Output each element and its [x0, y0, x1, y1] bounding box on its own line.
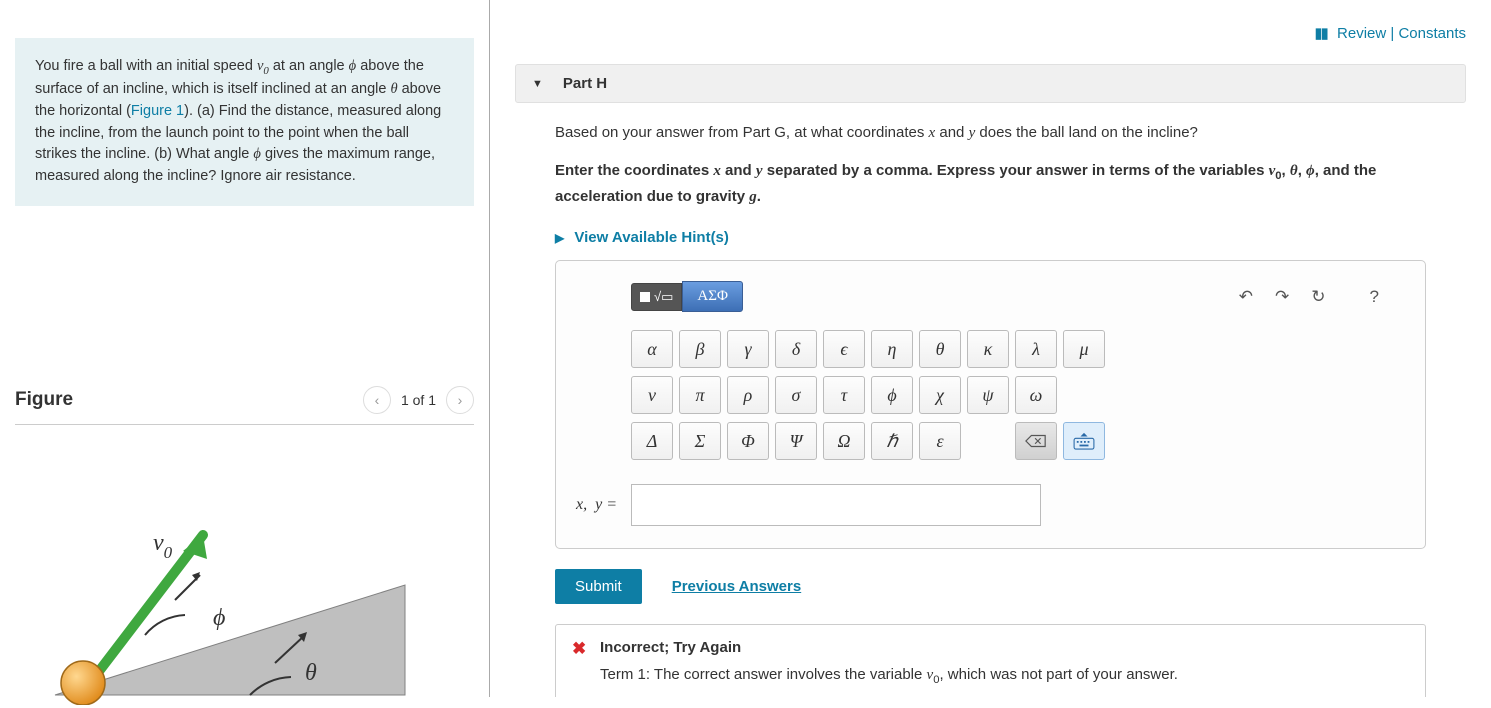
undo-icon[interactable]: ↶: [1239, 287, 1253, 307]
feedback-title: Incorrect; Try Again: [600, 639, 1405, 656]
figure-next-button[interactable]: ›: [446, 386, 474, 414]
answer-box: √▭ ΑΣΦ ↶ ↷ ↻ ? α: [555, 260, 1426, 549]
svg-text:θ: θ: [305, 660, 317, 686]
key-gamma[interactable]: γ: [727, 330, 769, 368]
key-Delta[interactable]: Δ: [631, 422, 673, 460]
collapse-icon: ▼: [532, 78, 543, 90]
var-x: x: [713, 163, 721, 179]
text: , which was not part of your answer.: [939, 666, 1177, 683]
key-alpha[interactable]: α: [631, 330, 673, 368]
help-icon[interactable]: ?: [1370, 287, 1379, 307]
spacer: [967, 422, 1009, 460]
main-panel: ▮▮ Review | Constants ▼ Part H Based on …: [490, 0, 1491, 697]
incorrect-icon: ✖: [572, 639, 586, 659]
math-template-tab[interactable]: √▭: [631, 283, 682, 311]
question-text: Based on your answer from Part G, at wha…: [555, 121, 1426, 145]
figure-image: v0 ϕ θ: [15, 515, 474, 708]
answer-input[interactable]: [631, 484, 1041, 526]
text: and: [721, 162, 756, 179]
key-delta[interactable]: δ: [775, 330, 817, 368]
reset-icon[interactable]: ↻: [1311, 287, 1325, 307]
key-Omega[interactable]: Ω: [823, 422, 865, 460]
redo-icon[interactable]: ↷: [1275, 287, 1289, 307]
key-sigma[interactable]: σ: [775, 376, 817, 414]
submit-button[interactable]: Submit: [555, 569, 642, 604]
key-omega[interactable]: ω: [1015, 376, 1057, 414]
book-icon: ▮▮: [1314, 25, 1327, 42]
answer-input-row: x, y =: [576, 484, 1387, 526]
key-pi[interactable]: π: [679, 376, 721, 414]
text: at an angle: [269, 58, 349, 74]
feedback-body: Term 1: The correct answer involves the …: [600, 666, 1405, 686]
previous-answers-link[interactable]: Previous Answers: [672, 578, 802, 595]
text: .: [757, 188, 761, 205]
key-Psi[interactable]: Ψ: [775, 422, 817, 460]
key-hbar[interactable]: ℏ: [871, 422, 913, 460]
key-lambda[interactable]: λ: [1015, 330, 1057, 368]
key-nu[interactable]: ν: [631, 376, 673, 414]
answer-label: x, y =: [576, 496, 631, 514]
text: Based on your answer from Part G, at wha…: [555, 124, 929, 141]
figure-header: Figure ‹ 1 of 1 ›: [15, 386, 474, 425]
svg-text:v0: v0: [153, 530, 173, 562]
view-hints-toggle[interactable]: ▶ View Available Hint(s): [555, 229, 1426, 246]
key-rho[interactable]: ρ: [727, 376, 769, 414]
key-eta[interactable]: η: [871, 330, 913, 368]
text: separated by a comma. Express your answe…: [763, 162, 1269, 179]
key-keyboard-toggle[interactable]: [1063, 422, 1105, 460]
var-theta: θ: [1290, 163, 1298, 179]
top-links: ▮▮ Review | Constants: [515, 0, 1466, 42]
key-Sigma[interactable]: Σ: [679, 422, 721, 460]
problem-sidebar: You fire a ball with an initial speed v0…: [0, 0, 490, 697]
key-varepsilon[interactable]: ε: [919, 422, 961, 460]
key-kappa[interactable]: κ: [967, 330, 1009, 368]
greek-tab[interactable]: ΑΣΦ: [682, 281, 743, 312]
equation-toolbar: √▭ ΑΣΦ ↶ ↷ ↻ ?: [631, 281, 1387, 312]
constants-link[interactable]: Constants: [1398, 25, 1466, 42]
svg-text:ϕ: ϕ: [213, 605, 225, 631]
figure-nav: ‹ 1 of 1 ›: [363, 386, 474, 414]
text: ,: [1282, 162, 1290, 179]
part-header[interactable]: ▼ Part H: [515, 64, 1466, 103]
var-y: y: [756, 163, 763, 179]
text: and: [935, 124, 968, 141]
part-label: Part H: [563, 75, 607, 92]
sqrt-icon: √▭: [654, 289, 673, 305]
key-Phi[interactable]: Φ: [727, 422, 769, 460]
greek-keyboard: α β γ δ ϵ η θ κ λ μ ν π ρ: [631, 330, 1387, 460]
var-theta: θ: [390, 81, 397, 97]
problem-statement: You fire a ball with an initial speed v0…: [15, 38, 474, 206]
figure-title: Figure: [15, 389, 73, 411]
feedback-box: ✖ Incorrect; Try Again Term 1: The corre…: [555, 624, 1426, 697]
text: ,: [1298, 162, 1306, 179]
figure-prev-button[interactable]: ‹: [363, 386, 391, 414]
key-beta[interactable]: β: [679, 330, 721, 368]
key-tau[interactable]: τ: [823, 376, 865, 414]
var-phi: ϕ: [253, 146, 261, 162]
text: Term 1: The correct answer involves the …: [600, 666, 927, 683]
key-phi[interactable]: ϕ: [871, 376, 913, 414]
hints-label: View Available Hint(s): [574, 229, 729, 246]
var-phi: ϕ: [1306, 163, 1315, 179]
key-theta[interactable]: θ: [919, 330, 961, 368]
key-epsilon[interactable]: ϵ: [823, 330, 865, 368]
key-backspace[interactable]: [1015, 422, 1057, 460]
text: You fire a ball with an initial speed: [35, 58, 257, 74]
review-link[interactable]: Review: [1337, 25, 1386, 42]
key-mu[interactable]: μ: [1063, 330, 1105, 368]
instruction-text: Enter the coordinates x and y separated …: [555, 159, 1426, 209]
text: does the ball land on the incline?: [975, 124, 1198, 141]
key-psi[interactable]: ψ: [967, 376, 1009, 414]
key-chi[interactable]: χ: [919, 376, 961, 414]
text: Enter the coordinates: [555, 162, 713, 179]
figure-link[interactable]: Figure 1: [131, 103, 184, 119]
expand-icon: ▶: [555, 231, 564, 245]
rect-icon: [640, 292, 650, 302]
var-g: g: [749, 189, 757, 205]
figure-count: 1 of 1: [401, 392, 436, 408]
